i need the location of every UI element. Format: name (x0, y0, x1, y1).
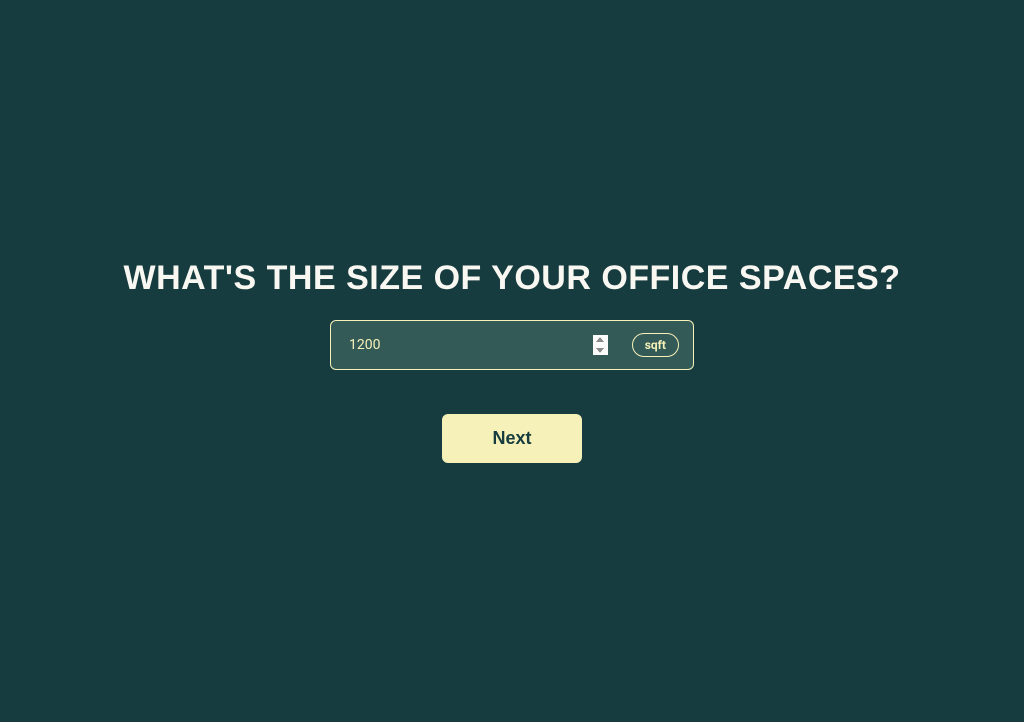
page-heading: WHAT'S THE SIZE OF YOUR OFFICE SPACES? (123, 259, 900, 298)
form-container: WHAT'S THE SIZE OF YOUR OFFICE SPACES? s… (0, 259, 1024, 463)
size-input-wrapper: sqft (330, 320, 694, 370)
unit-badge: sqft (632, 333, 679, 357)
next-button[interactable]: Next (442, 414, 582, 463)
office-size-input[interactable] (341, 331, 616, 359)
